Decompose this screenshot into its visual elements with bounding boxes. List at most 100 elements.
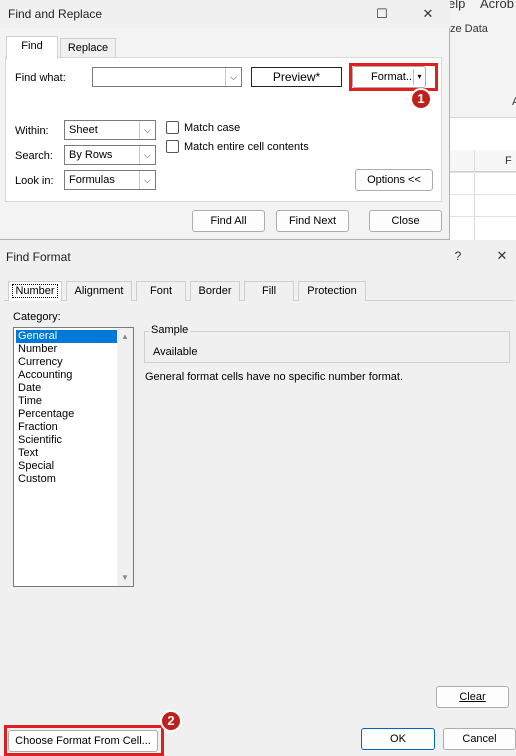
format-description: General format cells have no specific nu… — [145, 371, 404, 383]
chevron-down-icon[interactable]: ⌵ — [139, 171, 155, 189]
list-item[interactable]: Fraction — [16, 421, 117, 434]
sample-group: Sample Available — [144, 324, 510, 363]
tab-label: Protection — [307, 285, 357, 297]
highlight-box — [349, 63, 438, 91]
find-format-titlebar[interactable]: Find Format ? ✕ — [0, 241, 516, 271]
find-what-label: Find what: — [15, 72, 66, 84]
search-value: By Rows — [69, 149, 113, 161]
chevron-down-icon[interactable]: ⌵ — [225, 68, 241, 86]
format-preview: Preview* — [251, 67, 342, 87]
match-entire-checkbox[interactable] — [166, 140, 179, 153]
list-item[interactable]: Text — [16, 447, 117, 460]
close-label: Close — [391, 215, 420, 227]
find-all-button[interactable]: Find All — [192, 210, 265, 232]
ok-label: OK — [390, 733, 406, 745]
within-label: Within: — [15, 125, 49, 137]
search-label: Search: — [15, 150, 53, 162]
tab-alignment[interactable]: Alignment — [66, 281, 132, 301]
list-item[interactable]: Custom — [16, 473, 117, 486]
options-button[interactable]: Options << — [355, 169, 433, 191]
highlight-box — [4, 725, 164, 756]
tab-protection[interactable]: Protection — [298, 281, 366, 301]
lookin-label: Look in: — [15, 175, 54, 187]
grid-line — [450, 194, 516, 195]
lookin-value: Formulas — [69, 174, 115, 186]
cancel-label: Cancel — [462, 733, 497, 745]
chevron-down-icon[interactable]: ⌵ — [139, 121, 155, 139]
excel-ribbon: elp Acrob ze Data A — [448, 0, 516, 118]
list-item[interactable]: Number — [16, 343, 117, 356]
within-value: Sheet — [69, 124, 98, 136]
find-next-label: Find Next — [288, 215, 337, 227]
ribbon-item-fragment: ze Data — [450, 23, 488, 35]
close-icon[interactable]: ✕ — [418, 5, 438, 23]
dialog-title: Find Format — [6, 250, 71, 264]
tab-number[interactable]: Number — [8, 281, 62, 301]
chevron-down-icon[interactable]: ⌵ — [139, 146, 155, 164]
grid-line — [450, 216, 516, 217]
clear-button[interactable]: Clear — [436, 686, 509, 708]
find-what-combo[interactable]: ⌵ — [92, 67, 242, 87]
match-case-checkbox[interactable] — [166, 121, 179, 134]
grid-line — [450, 172, 516, 173]
match-case-label: Match case — [184, 122, 241, 134]
tab-label: Font — [149, 285, 172, 297]
find-all-label: Find All — [210, 215, 247, 227]
scroll-down-icon[interactable]: ▼ — [121, 573, 129, 582]
tab-replace[interactable]: Replace — [60, 38, 116, 59]
tab-label: Find — [21, 40, 43, 52]
list-item[interactable]: Percentage — [16, 408, 117, 421]
tab-fill[interactable]: Fill — [244, 281, 294, 301]
maximize-icon[interactable]: ☐ — [372, 5, 392, 23]
find-replace-titlebar[interactable]: Find and Replace ☐ ✕ — [0, 0, 450, 28]
category-scrollbar[interactable]: ▲ ▼ — [117, 328, 133, 586]
tab-label: Number — [12, 284, 58, 298]
tab-find[interactable]: Find — [6, 36, 58, 59]
category-label: Category: — [13, 311, 61, 323]
find-next-button[interactable]: Find Next — [276, 210, 349, 232]
lookin-select[interactable]: Formulas ⌵ — [64, 170, 156, 190]
search-select[interactable]: By Rows ⌵ — [64, 145, 156, 165]
callout-number: 2 — [167, 713, 175, 728]
match-entire-label: Match entire cell contents — [184, 141, 309, 153]
within-select[interactable]: Sheet ⌵ — [64, 120, 156, 140]
cancel-button[interactable]: Cancel — [443, 728, 516, 750]
help-icon[interactable]: ? — [448, 247, 468, 265]
sample-label: Sample — [149, 324, 191, 336]
ribbon-tab-fragment: elp — [448, 0, 466, 11]
column-header-row: F — [450, 150, 516, 172]
tab-font[interactable]: Font — [136, 281, 186, 301]
scroll-up-icon[interactable]: ▲ — [121, 332, 129, 341]
grid-line — [474, 150, 475, 240]
ribbon-tab-fragment: Acrob — [480, 0, 514, 11]
callout-badge: 1 — [410, 88, 432, 110]
excel-background: elp Acrob ze Data A F — [448, 0, 516, 240]
find-format-dialog: Find Format ? ✕ Number Alignment Font Bo… — [0, 241, 516, 756]
column-header: F — [505, 155, 512, 167]
preview-text: Preview* — [272, 70, 321, 84]
callout-number: 1 — [417, 91, 425, 106]
list-item[interactable]: Special — [16, 460, 117, 473]
ok-button[interactable]: OK — [361, 728, 435, 750]
close-button[interactable]: Close — [369, 210, 442, 232]
tab-border[interactable]: Border — [190, 281, 240, 301]
tab-label: Border — [198, 285, 232, 297]
sample-value: Available — [153, 346, 198, 358]
list-item[interactable]: Currency — [16, 356, 117, 369]
dialog-title: Find and Replace — [8, 7, 103, 21]
tab-label: Replace — [67, 42, 109, 54]
find-replace-dialog: Find and Replace ☐ ✕ Find Replace Find w… — [0, 0, 450, 240]
ribbon-item-fragment: A — [512, 96, 516, 108]
tab-label: Fill — [261, 285, 277, 297]
options-label: Options << — [367, 174, 421, 186]
callout-badge: 2 — [160, 710, 182, 732]
list-item[interactable]: Date — [16, 382, 117, 395]
list-item[interactable]: Accounting — [16, 369, 117, 382]
list-item[interactable]: Scientific — [16, 434, 117, 447]
tab-label: Alignment — [74, 285, 124, 297]
close-icon[interactable]: ✕ — [492, 247, 512, 265]
list-item[interactable]: General — [16, 330, 117, 343]
list-item[interactable]: Time — [16, 395, 117, 408]
clear-label: Clear — [459, 691, 486, 703]
category-listbox[interactable]: General Number Currency Accounting Date … — [13, 327, 134, 587]
